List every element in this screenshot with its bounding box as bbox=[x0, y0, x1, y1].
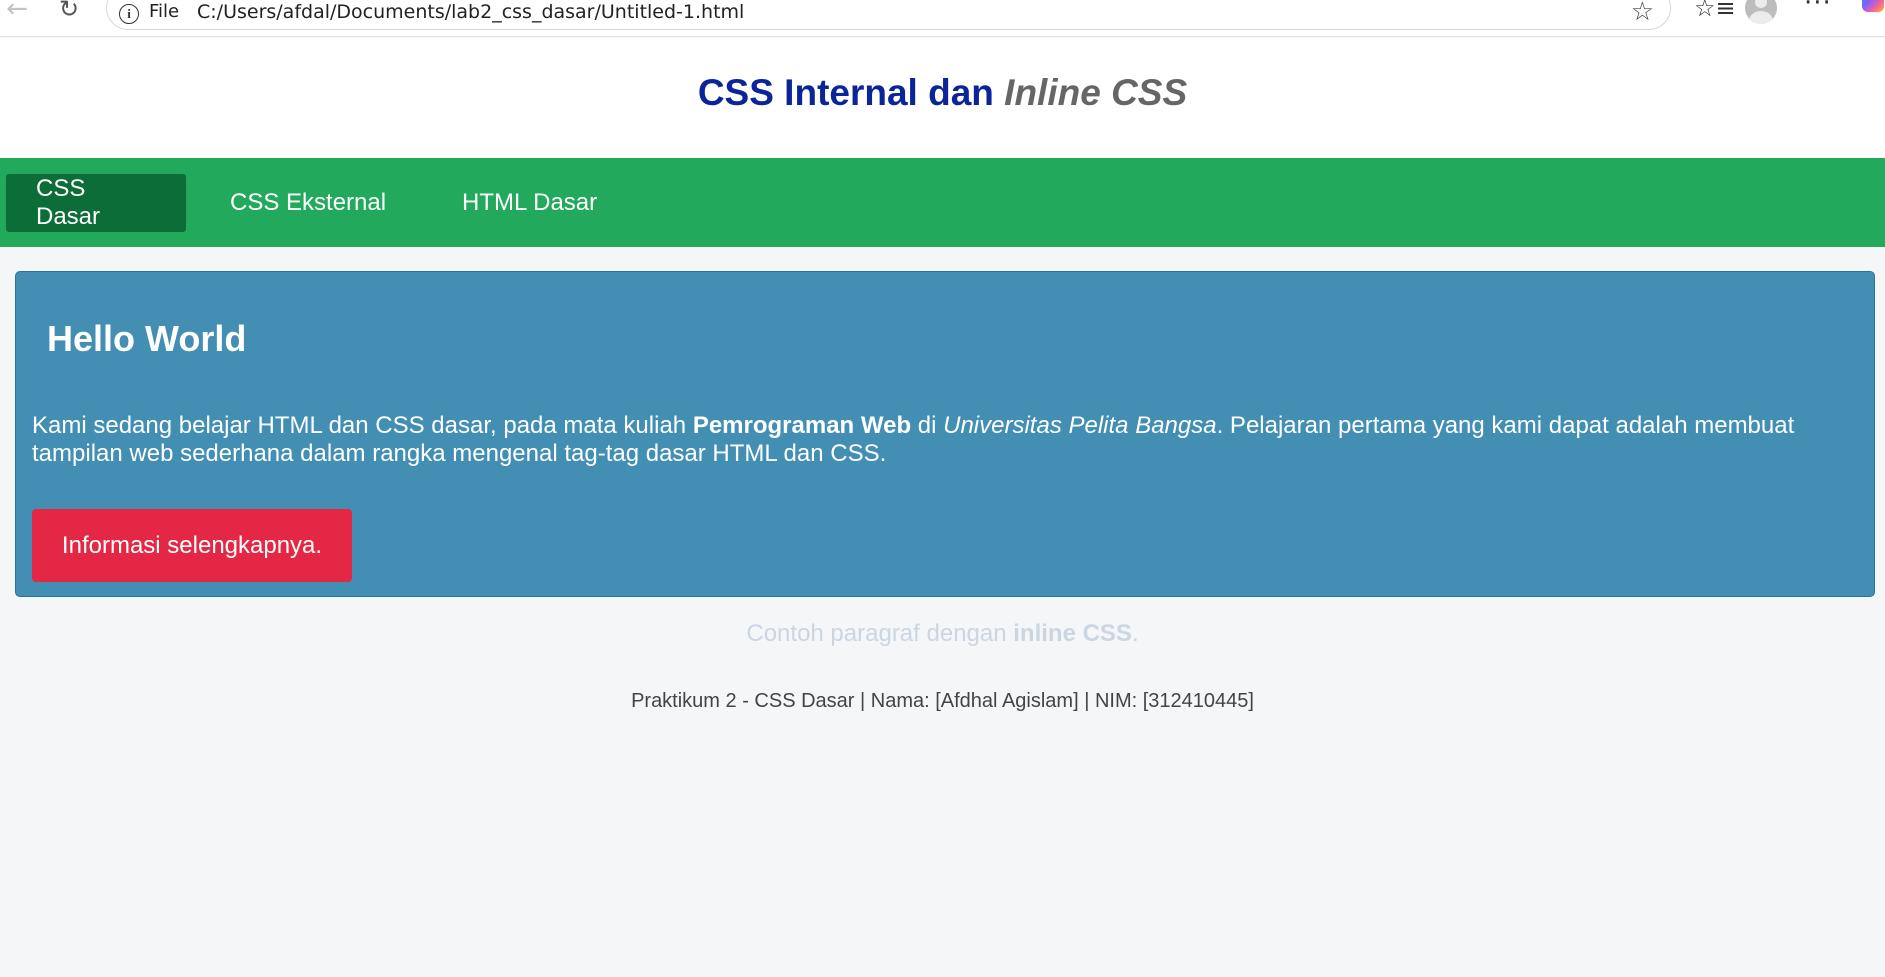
star-icon[interactable]: ☆ bbox=[1631, 0, 1654, 27]
page-header: CSS Internal dan Inline CSS bbox=[0, 38, 1885, 158]
copilot-icon[interactable] bbox=[1862, 0, 1884, 12]
more-icon[interactable]: ··· bbox=[1804, 0, 1832, 18]
page-title-italic-rest: CSS bbox=[1100, 72, 1188, 113]
page-title-italic: Inline CSS bbox=[1004, 72, 1187, 113]
inline-text-bold: inline CSS bbox=[1013, 620, 1132, 647]
inline-text-part-1: Contoh paragraf dengan bbox=[746, 620, 1014, 647]
address-file-label: File bbox=[149, 1, 180, 22]
avatar[interactable] bbox=[1745, 0, 1777, 24]
inline-text-part-2: . bbox=[1131, 620, 1139, 647]
hero-text-bold: Pemrograman Web bbox=[692, 412, 912, 439]
info-icon[interactable]: i bbox=[119, 4, 139, 24]
main-nav: CSS Dasar CSS Eksternal HTML Dasar bbox=[0, 158, 1885, 247]
more-info-button[interactable]: Informasi selengkapnya. bbox=[32, 509, 352, 582]
favorites-icon[interactable]: ☆≡ bbox=[1694, 0, 1736, 22]
hero-text-italic: Universitas Pelita Bangsa bbox=[943, 412, 1217, 439]
hero-paragraph: Kami sedang belajar HTML dan CSS dasar, … bbox=[32, 412, 1862, 468]
nav-link-css-eksternal[interactable]: CSS Eksternal bbox=[200, 174, 416, 232]
hero-title: Hello World bbox=[47, 318, 247, 359]
inline-css-paragraph: Contoh paragraf dengan inline CSS. bbox=[0, 620, 1885, 648]
hero-text-part-2: di bbox=[911, 412, 944, 439]
page-title: CSS Internal dan Inline CSS bbox=[698, 72, 1187, 114]
reload-icon[interactable]: ↻ bbox=[54, 0, 84, 24]
address-url[interactable]: C:/Users/afdal/Documents/lab2_css_dasar/… bbox=[197, 1, 744, 23]
nav-link-css-dasar[interactable]: CSS Dasar bbox=[6, 174, 186, 232]
footer-text: Praktikum 2 - CSS Dasar | Nama: [Afdhal … bbox=[631, 690, 1254, 712]
nav-link-html-dasar[interactable]: HTML Dasar bbox=[432, 174, 627, 232]
page-title-main: CSS Internal dan bbox=[697, 72, 1005, 113]
browser-toolbar: ← ↻ i File C:/Users/afdal/Documents/lab2… bbox=[0, 0, 1885, 37]
address-bar[interactable]: i File C:/Users/afdal/Documents/lab2_css… bbox=[106, 0, 1671, 30]
page-title-italic-word: Inline bbox=[1004, 72, 1101, 113]
hero-box: Hello World Kami sedang belajar HTML dan… bbox=[15, 271, 1875, 597]
footer: Praktikum 2 - CSS Dasar | Nama: [Afdhal … bbox=[0, 690, 1885, 713]
back-arrow-icon[interactable]: ← bbox=[2, 0, 32, 24]
hero-text-part-1: Kami sedang belajar HTML dan CSS dasar, … bbox=[32, 412, 693, 439]
